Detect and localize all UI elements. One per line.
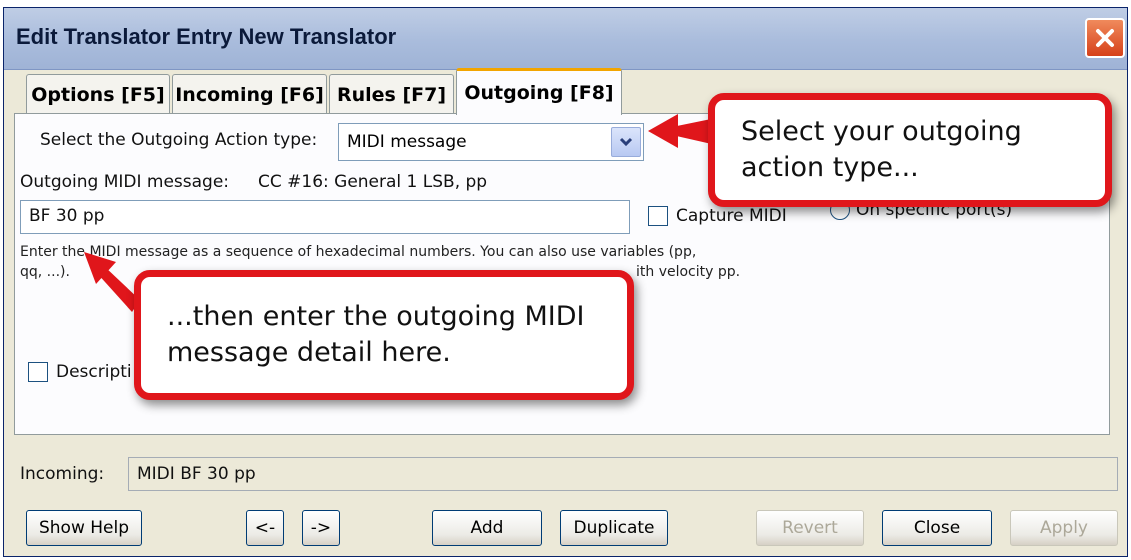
callout-midi-message-text: ...then enter the outgoing MIDI message … xyxy=(167,301,585,368)
callout-action-type: Select your outgoing action type... xyxy=(708,93,1112,207)
bottom-callout-arrow-icon xyxy=(84,252,140,312)
callout-action-type-text: Select your outgoing action type... xyxy=(741,116,1022,183)
callout-midi-message: ...then enter the outgoing MIDI message … xyxy=(134,270,634,400)
top-callout-arrow-icon xyxy=(648,114,716,148)
